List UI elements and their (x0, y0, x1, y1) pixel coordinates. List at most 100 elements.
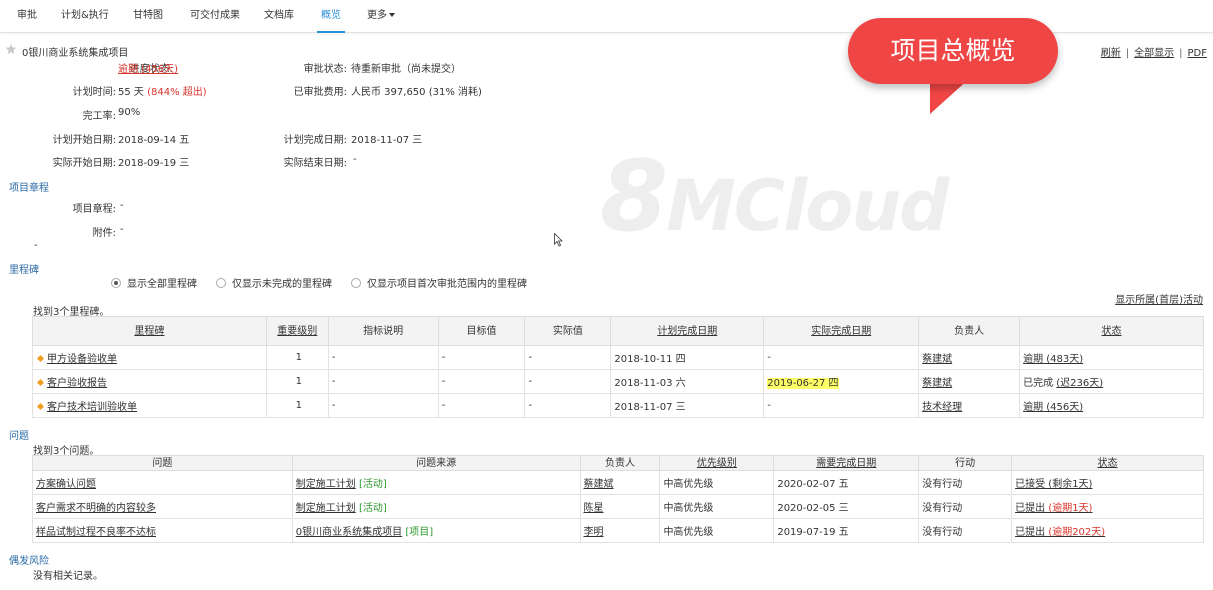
tab-deliverables[interactable]: 可交付成果 (190, 0, 240, 33)
radio-all-milestones[interactable]: 显示全部里程碑 (111, 275, 197, 290)
milestone-cell: 甲方设备验收单 (32, 345, 267, 370)
col-header-milestone[interactable]: 里程碑 (32, 316, 267, 346)
status-link[interactable]: (迟236天) (1056, 378, 1103, 389)
pdf-link[interactable]: PDF (1188, 48, 1207, 59)
priority-cell: 中高优先级 (659, 470, 775, 495)
approved-cost-label: 已审批费用: (293, 87, 347, 98)
status-cell: 已完成 (迟236天) (1019, 369, 1204, 394)
owner-link[interactable]: 陈星 (584, 503, 604, 514)
col-header-label: 重要级别 (277, 325, 318, 337)
source-tag: [活动] (358, 479, 387, 490)
issue-link[interactable]: 方案确认问题 (36, 479, 96, 490)
risks-empty-text: 没有相关记录。 (33, 571, 103, 582)
tab-overview[interactable]: 概览 (317, 0, 345, 33)
milestone-cell: 客户技术培训验收单 (32, 393, 267, 418)
actual-end-value: - (353, 154, 357, 165)
actual-start-value: 2018-09-19 三 (118, 158, 190, 169)
status-detail: (逾期202天) (1045, 527, 1106, 538)
issues-section-title: 问题 (9, 431, 29, 442)
table-row: 客户验收报告 1 - - - 2018-11-03 六 2019-06-27 四… (32, 369, 1204, 394)
show-all-link[interactable]: 全部显示 (1134, 48, 1174, 59)
plan-date-cell: 2018-11-03 六 (610, 369, 765, 394)
top-links: 刷新 | 全部显示 | PDF (1101, 44, 1207, 59)
tab-approval[interactable]: 审批 (17, 0, 37, 33)
tab-documents[interactable]: 文档库 (264, 0, 294, 33)
table-row: 方案确认问题 制定施工计划 [活动] 蔡建斌 中高优先级 2020-02-07 … (32, 470, 1204, 495)
issue-link[interactable]: 客户需求不明确的内容较多 (36, 503, 156, 514)
col-header-actual: 实际值 (524, 316, 612, 346)
milestone-cell: 客户验收报告 (32, 369, 267, 394)
target-cell: - (437, 393, 526, 418)
plan-start-label: 计划开始日期: (52, 135, 116, 146)
progress-status-value[interactable]: 逾期 (456天) (118, 60, 178, 75)
owner-link[interactable]: 蔡建斌 (922, 354, 952, 365)
col-header-action: 行动 (918, 455, 1013, 471)
col-header-owner: 负责人 (579, 455, 661, 471)
status-link[interactable]: 逾期 (483天) (1023, 354, 1083, 365)
plan-time-field: 55 天 (844% 超出) (118, 83, 207, 98)
refresh-link[interactable]: 刷新 (1101, 48, 1121, 59)
owner-link[interactable]: 技术经理 (922, 402, 962, 413)
source-link[interactable]: 制定施工计划 (296, 503, 356, 514)
col-header-label: 状态 (1097, 457, 1118, 469)
radio-selected-icon (111, 278, 121, 288)
milestone-link[interactable]: 甲方设备验收单 (47, 354, 117, 365)
status-link[interactable]: 已接受 (剩余1天) (1015, 479, 1092, 490)
col-header-due-date[interactable]: 需要完成日期 (773, 455, 920, 471)
callout-bubble: 项目总概览 (848, 18, 1058, 84)
done-date-highlight: 2019-06-27 四 (767, 378, 839, 389)
col-header-status[interactable]: 状态 (1019, 316, 1204, 346)
tab-plan-execute[interactable]: 计划&执行 (61, 0, 109, 33)
owner-cell: 蔡建斌 (918, 345, 1021, 370)
milestone-link[interactable]: 客户技术培训验收单 (47, 402, 137, 413)
tab-gantt[interactable]: 甘特图 (133, 0, 163, 33)
issue-link[interactable]: 样品试制过程不良率不达标 (36, 527, 156, 538)
owner-cell: 李明 (579, 518, 661, 543)
source-link[interactable]: 0银川商业系统集成项目 (296, 527, 402, 538)
status-link[interactable]: 已提出 (逾期202天) (1015, 527, 1105, 538)
col-header-plan-date[interactable]: 计划完成日期 (610, 316, 765, 346)
owner-cell: 陈星 (579, 494, 661, 519)
source-link[interactable]: 制定施工计划 (296, 479, 356, 490)
level-cell: 1 (265, 369, 329, 394)
source-cell: 制定施工计划 [活动] (291, 494, 581, 519)
radio-first-approval-milestones[interactable]: 仅显示项目首次审批范围内的里程碑 (351, 275, 527, 290)
due-date-cell: 2020-02-05 三 (773, 494, 920, 519)
status-link[interactable]: 逾期 (456天) (1023, 402, 1083, 413)
radio-icon (351, 278, 361, 288)
milestones-table: 里程碑 重要级别 指标说明 目标值 实际值 计划完成日期 实际完成日期 负责人 … (32, 316, 1204, 418)
owner-link[interactable]: 蔡建斌 (584, 479, 614, 490)
col-header-done-date[interactable]: 实际完成日期 (763, 316, 920, 346)
actual-start-label: 实际开始日期: (52, 158, 116, 169)
col-header-label: 状态 (1101, 325, 1122, 337)
plan-end-label: 计划完成日期: (283, 135, 347, 146)
due-date-cell: 2019-07-19 五 (773, 518, 920, 543)
owner-link[interactable]: 李明 (584, 527, 604, 538)
col-header-level[interactable]: 重要级别 (265, 316, 329, 346)
owner-link[interactable]: 蔡建斌 (922, 378, 952, 389)
actual-cell: - (524, 393, 612, 418)
radio-label: 仅显示未完成的里程碑 (232, 279, 332, 290)
col-header-status[interactable]: 状态 (1011, 455, 1204, 471)
show-activity-link[interactable]: 显示所属(首层)活动 (1115, 291, 1203, 306)
radio-unfinished-milestones[interactable]: 仅显示未完成的里程碑 (216, 275, 332, 290)
star-icon[interactable] (5, 43, 17, 55)
col-header-priority[interactable]: 优先级别 (659, 455, 775, 471)
status-link[interactable]: 已提出 (逾期1天) (1015, 503, 1092, 514)
issue-cell: 样品试制过程不良率不达标 (32, 518, 293, 543)
desc-cell: - (327, 345, 439, 370)
plan-end-value: 2018-11-07 三 (351, 135, 423, 146)
attachment-label: 附件: (92, 228, 116, 239)
milestone-link[interactable]: 客户验收报告 (47, 378, 107, 389)
approval-status-label: 审批状态: (303, 64, 347, 75)
radio-label: 显示全部里程碑 (127, 279, 197, 290)
owner-cell: 蔡建斌 (918, 369, 1021, 394)
tab-more[interactable]: 更多 (367, 0, 395, 33)
charter-section-title: 项目章程 (9, 183, 49, 194)
plan-time-value: 55 天 (118, 87, 144, 98)
tab-more-label: 更多 (367, 10, 387, 21)
col-header-desc: 指标说明 (327, 316, 439, 346)
charter-label: 项目章程: (72, 204, 116, 215)
owner-cell: 蔡建斌 (579, 470, 661, 495)
level-cell: 1 (265, 393, 329, 418)
